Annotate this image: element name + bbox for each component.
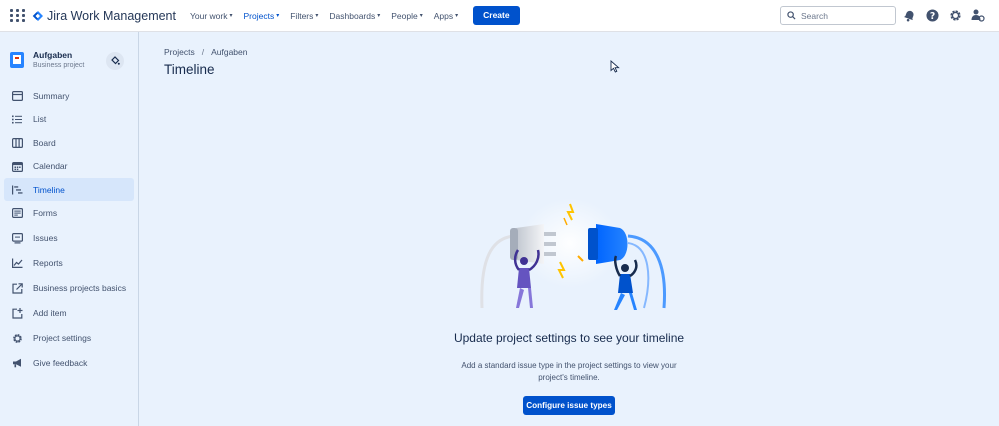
issues-icon <box>11 232 23 244</box>
sidebar-item-timeline[interactable]: Timeline <box>4 178 134 202</box>
nav-dashboards[interactable]: Dashboards ▾ <box>329 11 380 21</box>
empty-state-description: Add a standard issue type in the project… <box>461 361 677 382</box>
nav-label: Apps <box>433 10 454 21</box>
configure-issue-types-button[interactable]: Configure issue types <box>523 396 615 415</box>
breadcrumb: Projects / Aufgaben <box>164 47 248 57</box>
project-header[interactable]: Aufgaben Business project <box>10 50 84 69</box>
profile-icon[interactable] <box>971 8 985 22</box>
chevron-down-icon: ▾ <box>229 13 233 19</box>
plug-connection-illustration <box>480 198 666 310</box>
help-icon[interactable]: ? <box>925 8 939 22</box>
nav-label: Filters <box>290 10 314 21</box>
sidebar-item-label: Timeline <box>33 184 65 195</box>
nav-label: People <box>391 10 418 21</box>
list-icon <box>11 113 23 125</box>
board-icon <box>11 137 23 149</box>
nav-apps[interactable]: Apps ▾ <box>434 11 458 21</box>
sidebar-item-label: Business projects basics <box>33 283 127 294</box>
nav-your-work[interactable]: Your work ▾ <box>190 11 233 21</box>
sidebar-item-calendar[interactable]: Calendar <box>4 155 134 178</box>
project-type: Business project <box>33 62 85 69</box>
sidebar-item-label: Summary <box>33 90 70 101</box>
jira-logo[interactable]: Jira Work Management <box>32 9 176 23</box>
project-menu: Summary List Board Calendar Timeline For… <box>4 84 134 376</box>
sidebar-item-business-projects-basics[interactable]: Business projects basics <box>4 277 134 300</box>
external-link-icon <box>11 282 23 294</box>
sidebar-item-summary[interactable]: Summary <box>4 84 134 107</box>
chevron-down-icon: ▾ <box>315 13 319 19</box>
chevron-down-icon: ▾ <box>377 13 381 19</box>
chevron-down-icon: ▾ <box>276 13 280 19</box>
summary-icon <box>11 90 23 102</box>
timeline-icon <box>11 184 23 196</box>
gear-icon <box>11 332 23 344</box>
app-name: Jira Work Management <box>47 8 176 23</box>
add-item-icon <box>11 307 23 319</box>
reports-icon <box>11 257 23 269</box>
mouse-cursor-icon <box>610 60 620 73</box>
jira-logo-icon <box>32 10 43 21</box>
sidebar-item-list[interactable]: List <box>4 108 134 131</box>
settings-icon[interactable] <box>948 8 962 22</box>
notifications-icon[interactable] <box>902 8 916 22</box>
page-title: Timeline <box>164 62 215 77</box>
nav-filters[interactable]: Filters ▾ <box>290 11 318 21</box>
sidebar-item-add-item[interactable]: Add item <box>4 302 134 325</box>
forms-icon <box>11 207 23 219</box>
calendar-icon <box>11 160 23 172</box>
app-switcher-icon[interactable] <box>10 8 26 24</box>
project-name: Aufgaben <box>33 50 73 60</box>
sidebar-item-label: Add item <box>33 308 67 319</box>
sidebar: Aufgaben Business project Summary List B… <box>0 32 139 426</box>
sidebar-item-label: List <box>33 114 47 125</box>
search-box[interactable] <box>780 6 896 25</box>
paint-bucket-icon[interactable] <box>106 52 124 70</box>
nav-label: Dashboards <box>329 10 376 21</box>
empty-state-title: Update project settings to see your time… <box>453 331 685 345</box>
breadcrumb-projects[interactable]: Projects <box>164 47 195 57</box>
svg-text:?: ? <box>929 10 934 21</box>
nav-projects[interactable]: Projects ▾ <box>244 11 280 21</box>
sidebar-item-board[interactable]: Board <box>4 131 134 154</box>
breadcrumb-separator: / <box>201 47 205 57</box>
breadcrumb-aufgaben[interactable]: Aufgaben <box>211 47 247 57</box>
sidebar-item-label: Board <box>33 137 56 148</box>
sidebar-item-reports[interactable]: Reports <box>4 252 134 275</box>
project-avatar <box>10 51 24 68</box>
sidebar-item-label: Reports <box>33 258 63 269</box>
sidebar-item-give-feedback[interactable]: Give feedback <box>4 352 134 375</box>
nav-label: Projects <box>243 10 275 21</box>
nav-people[interactable]: People ▾ <box>391 11 422 21</box>
top-navigation: Jira Work Management Your work ▾ Projects… <box>0 0 999 32</box>
create-button[interactable]: Create <box>473 6 520 25</box>
sidebar-item-issues[interactable]: Issues <box>4 227 134 250</box>
nav-label: Your work <box>190 10 228 21</box>
sidebar-item-forms[interactable]: Forms <box>4 202 134 225</box>
megaphone-icon <box>11 357 23 369</box>
sidebar-item-label: Forms <box>33 208 58 219</box>
chevron-down-icon: ▾ <box>455 13 459 19</box>
sidebar-item-label: Issues <box>33 233 58 244</box>
sidebar-item-label: Calendar <box>33 161 68 172</box>
search-icon <box>787 11 796 20</box>
sidebar-item-project-settings[interactable]: Project settings <box>4 327 134 350</box>
chevron-down-icon: ▾ <box>419 13 423 19</box>
search-input[interactable] <box>801 10 886 21</box>
sidebar-item-label: Give feedback <box>33 358 88 369</box>
sidebar-item-label: Project settings <box>33 333 92 344</box>
